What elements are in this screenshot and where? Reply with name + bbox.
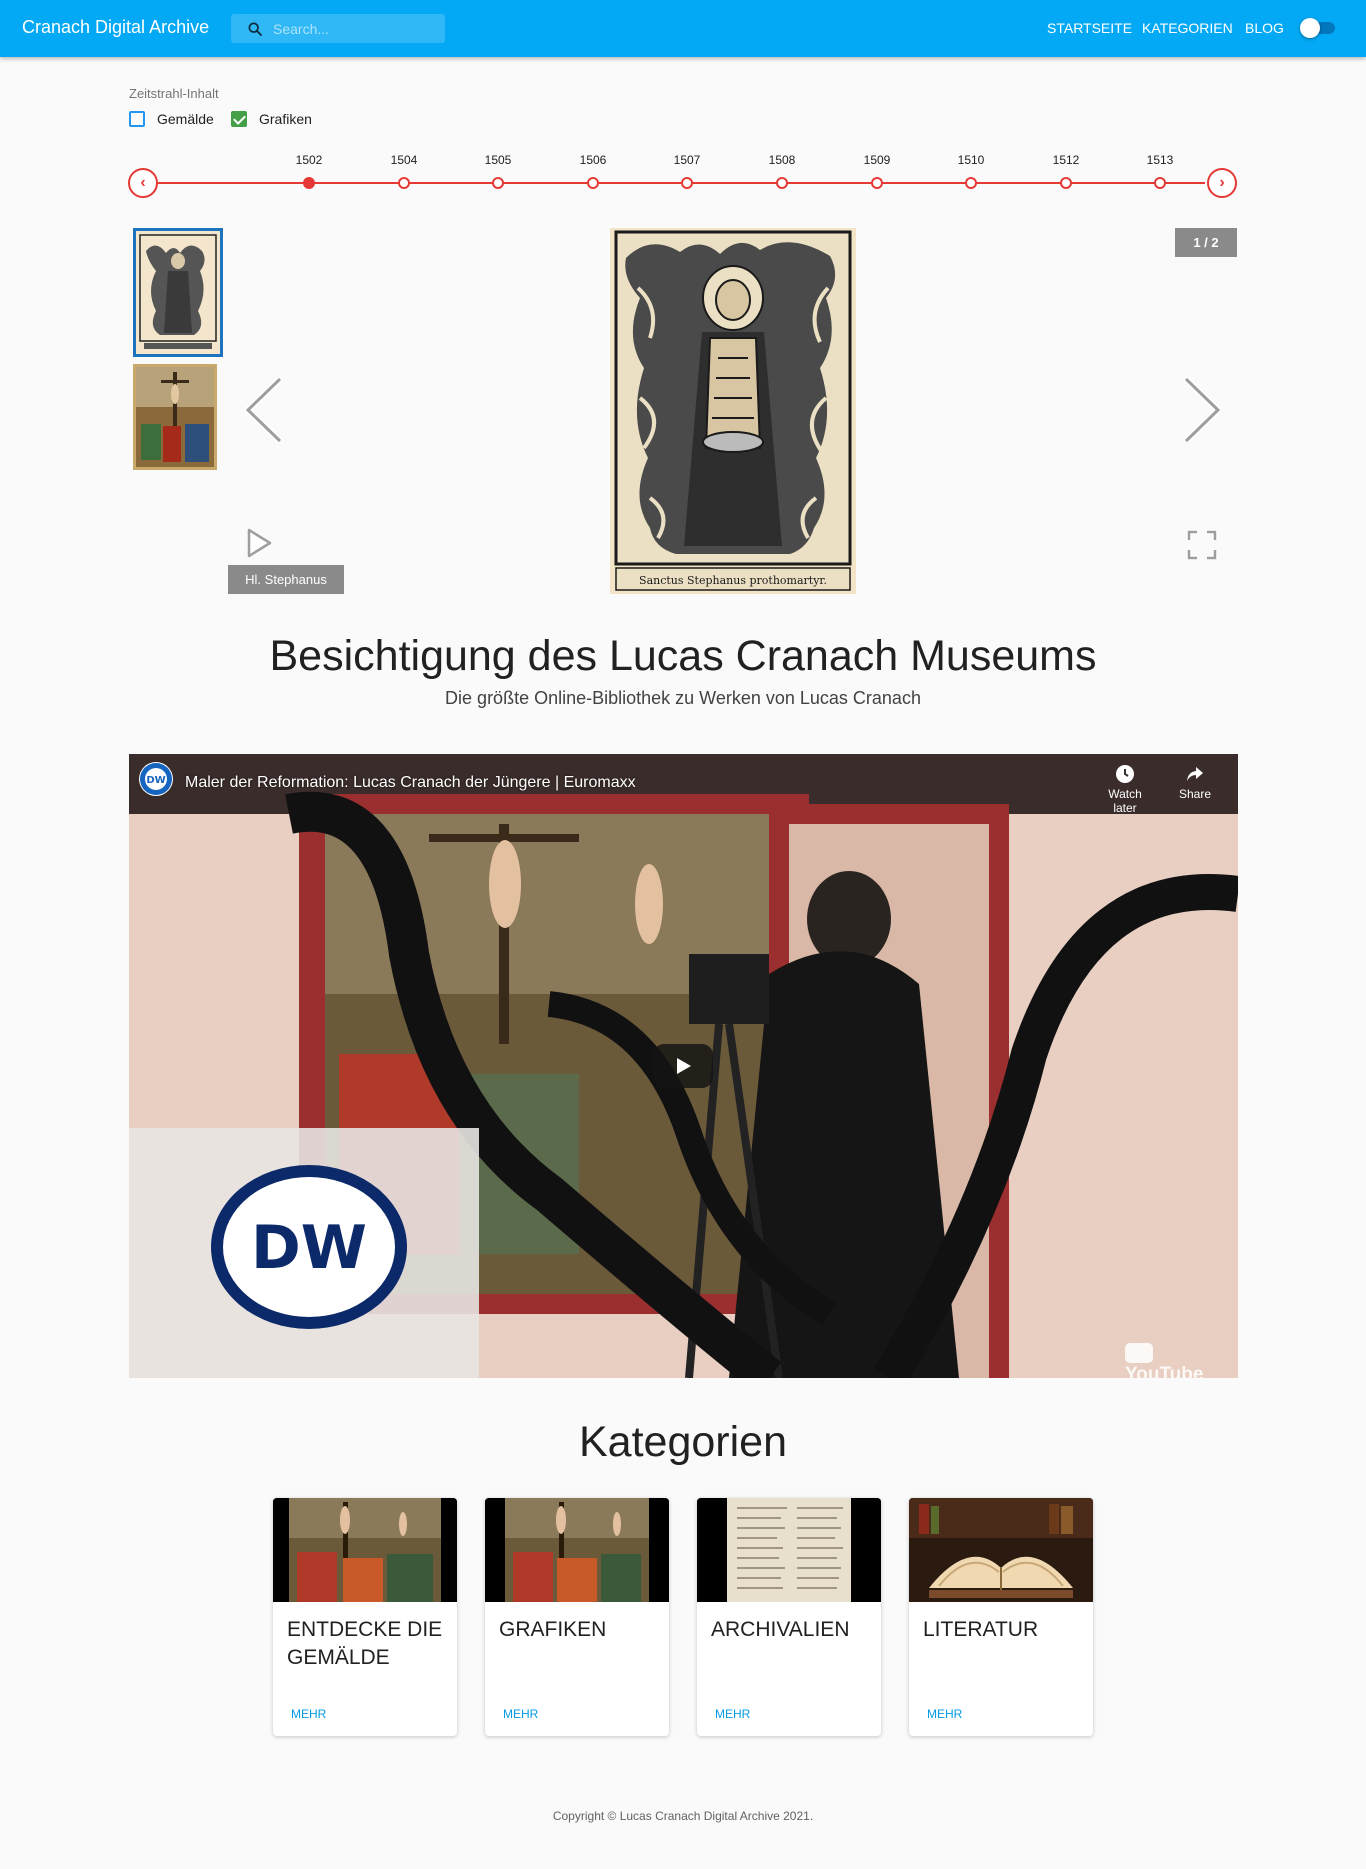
video-play-button[interactable] [653,1044,713,1088]
timeline-dot[interactable] [776,177,788,189]
category-name: ARCHIVALIEN [711,1618,850,1641]
youtube-play-icon [1125,1342,1153,1363]
categories-title: Kategorien [579,1418,787,1466]
category-image-grafiken [485,1498,669,1602]
fullscreen-icon[interactable] [1186,529,1218,561]
timeline-label: Zeitstrahl-Inhalt [129,86,219,101]
category-more-link[interactable]: MEHR [715,1707,750,1721]
checkbox-gemaelde[interactable] [129,111,145,127]
dw-logo-icon: DW [140,763,172,795]
search-input[interactable] [273,18,438,39]
timeline-dot[interactable] [1060,177,1072,189]
category-name: ENTDECKE DIE GEMÄLDE [287,1618,443,1669]
app-bar: Cranach Digital Archive STARTSEITE KATEG… [0,0,1366,57]
category-more-link[interactable]: MEHR [927,1707,962,1721]
search-icon [248,22,262,36]
timeline-year[interactable]: 1506 [568,153,618,167]
category-name: GRAFIKEN [499,1618,607,1641]
timeline-year[interactable]: 1510 [946,153,996,167]
timeline-year[interactable]: 1508 [757,153,807,167]
category-card-literatur[interactable]: LITERATUR MEHR [909,1498,1093,1736]
category-name: LITERATUR [923,1618,1039,1641]
share-button[interactable]: Share [1165,764,1225,801]
hero-title: Besichtigung des Lucas Cranach Museums [269,632,1097,680]
video-title[interactable]: Maler der Reformation: Lucas Cranach der… [185,774,636,792]
youtube-wordmark: YouTube [1125,1364,1204,1378]
category-image-archivalien [697,1498,881,1602]
category-image-gemaelde [273,1498,457,1602]
timeline-year[interactable]: 1509 [852,153,902,167]
timeline-year[interactable]: 1513 [1135,153,1185,167]
checkbox-grafiken[interactable] [231,111,247,127]
timeline-year[interactable]: 1512 [1041,153,1091,167]
nav-blog[interactable]: BLOG [1245,20,1284,36]
timeline-dot[interactable] [492,177,504,189]
share-icon [1187,767,1203,781]
video-dw-logo: DW [251,1213,367,1283]
brand-title[interactable]: Cranach Digital Archive [22,17,209,38]
theme-toggle[interactable] [1300,18,1335,38]
timeline-year[interactable]: 1507 [662,153,712,167]
woodcut-thumbnail [136,231,220,354]
woodcut-image: Sanctus Stephanus prothomartyr. [610,228,856,594]
timeline-dot[interactable] [1154,177,1166,189]
toggle-knob [1300,18,1320,38]
main-artwork-image[interactable]: Sanctus Stephanus prothomartyr. [610,228,856,594]
gallery-caption: Hl. Stephanus [228,565,344,594]
timeline-dot-active[interactable] [303,177,315,189]
category-more-link[interactable]: MEHR [503,1707,538,1721]
filter-grafiken-label: Grafiken [259,111,312,127]
chevron-right-icon[interactable]: › [1207,168,1237,198]
category-more-link[interactable]: MEHR [291,1707,326,1721]
nav-startseite[interactable]: STARTSEITE [1047,20,1132,36]
slideshow-play-icon[interactable] [244,526,274,560]
timeline-year[interactable]: 1504 [379,153,429,167]
category-card-archivalien[interactable]: ARCHIVALIEN MEHR [697,1498,881,1736]
filter-grafiken[interactable]: Grafiken [231,110,312,128]
category-image-literatur [909,1498,1093,1602]
timeline-dot[interactable] [398,177,410,189]
timeline-dot[interactable] [871,177,883,189]
nav-kategorien[interactable]: KATEGORIEN [1142,20,1233,36]
footer-copyright: Copyright © Lucas Cranach Digital Archiv… [552,1809,814,1823]
filter-gemaelde-label: Gemälde [157,111,214,127]
thumbnail-crucifixion[interactable] [133,364,223,470]
thumbnail-stephanus[interactable] [133,228,223,357]
timeline-year[interactable]: 1502 [284,153,334,167]
woodcut-inscription: Sanctus Stephanus prothomartyr. [639,574,827,587]
youtube-logo[interactable]: YouTube [1125,1342,1225,1378]
gallery-prev-icon[interactable] [240,375,288,445]
hero-subtitle: Die größte Online-Bibliothek zu Werken v… [445,688,921,708]
video-player[interactable]: DW DW Maler der Reformation: Lucas Crana… [129,754,1238,1378]
gallery-counter: 1 / 2 [1175,228,1237,257]
share-label: Share [1178,787,1212,801]
search-box[interactable] [231,14,445,43]
watch-later-label: Watch later [1108,787,1142,815]
chevron-left-icon[interactable]: ‹ [128,168,158,198]
timeline-dot[interactable] [965,177,977,189]
channel-logo-text: DW [146,775,165,786]
category-card-gemaelde[interactable]: ENTDECKE DIE GEMÄLDE MEHR [273,1498,457,1736]
watch-later-button[interactable]: Watch later [1095,764,1155,815]
timeline-year[interactable]: 1505 [473,153,523,167]
painting-thumbnail [133,364,217,470]
timeline-dot[interactable] [681,177,693,189]
category-card-grafiken[interactable]: GRAFIKEN MEHR [485,1498,669,1736]
filter-gemaelde[interactable]: Gemälde [129,110,214,128]
clock-icon [1116,765,1134,783]
gallery-next-icon[interactable] [1178,375,1226,445]
channel-avatar[interactable]: DW [139,762,173,796]
timeline-dot[interactable] [587,177,599,189]
